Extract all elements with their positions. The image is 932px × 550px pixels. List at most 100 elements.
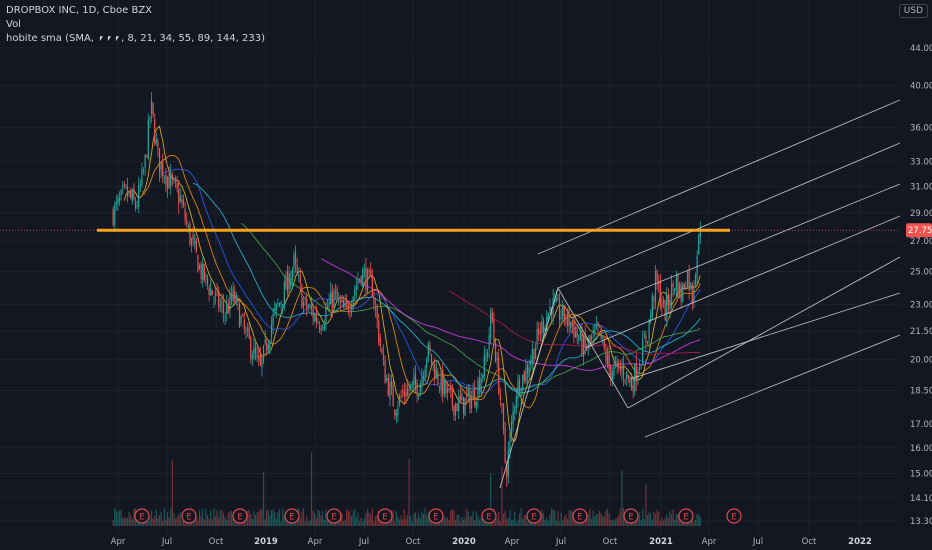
candle-body	[661, 303, 663, 307]
currency-label[interactable]: USD	[898, 4, 928, 18]
volume-bar	[346, 509, 348, 526]
candle-body	[669, 303, 671, 309]
volume-bar	[470, 515, 473, 526]
candle-body	[118, 197, 121, 202]
volume-bar	[645, 484, 647, 526]
volume-bar	[317, 509, 319, 526]
candle-body	[531, 349, 533, 363]
volume-bar	[522, 519, 524, 526]
price-chart[interactable]: E E E E E E E E E E E E E 27.75 44.00 40.00 36.00 33.00…	[0, 0, 932, 550]
volume-bar	[197, 519, 199, 526]
candle-body	[419, 383, 421, 396]
volume-bar	[203, 519, 205, 526]
volume-bar	[664, 518, 666, 526]
candle-body	[610, 365, 612, 379]
volume-bar	[162, 521, 164, 526]
earnings-marker-label: E	[531, 513, 536, 523]
candle-body	[158, 147, 161, 173]
volume-bar	[674, 519, 676, 526]
volume-label[interactable]: Vol	[6, 18, 265, 32]
candle-body	[520, 391, 522, 398]
volume-bar	[274, 512, 276, 526]
volume-bar	[507, 517, 509, 526]
price-tick-label: 17.00	[910, 420, 932, 430]
earnings-marker-label: E	[237, 513, 242, 523]
candle-body	[443, 379, 445, 395]
candle-body	[635, 362, 637, 381]
volume-bar	[270, 509, 273, 526]
volume-bar	[280, 521, 282, 526]
candle-body	[374, 306, 377, 308]
volume-bar	[179, 511, 181, 526]
candle-body	[162, 159, 164, 177]
volume-bar	[541, 509, 543, 526]
candle-body	[651, 295, 653, 316]
candle-body	[677, 275, 679, 298]
volume-bar	[210, 510, 212, 526]
price-tick-label: 27.00	[910, 237, 932, 247]
candle-body	[525, 367, 527, 383]
candle-body	[685, 286, 687, 289]
candle-body	[277, 303, 279, 305]
volume-bar	[502, 513, 505, 526]
candle-body	[190, 238, 193, 245]
candle-body	[472, 390, 474, 399]
candle-body	[502, 403, 505, 430]
volume-bar	[115, 510, 117, 526]
volume-bar	[590, 519, 593, 526]
candle-body	[642, 339, 644, 366]
candle-body	[562, 304, 564, 317]
time-tick-label: 2021	[649, 537, 673, 547]
candle-body	[573, 322, 575, 338]
volume-bar	[368, 512, 370, 526]
volume-bar	[213, 508, 215, 526]
volume-bar	[667, 517, 669, 526]
indicator-label[interactable]: hobite sma (SMA, ⎖⎖⎖, 8, 21, 34, 55, 89,…	[6, 32, 265, 46]
volume-bar	[498, 511, 500, 526]
candle-body	[501, 403, 503, 405]
volume-bar	[506, 518, 508, 526]
candle-body	[242, 314, 244, 316]
time-tick-label: Oct	[802, 537, 817, 547]
candle-body	[112, 209, 114, 225]
pitchfork-lines	[499, 99, 901, 489]
volume-bar	[458, 515, 460, 526]
candle-body	[192, 235, 194, 240]
volume-bar	[403, 509, 405, 526]
volume-bar	[510, 520, 513, 526]
symbol-title[interactable]: DROPBOX INC, 1D, Cboe BZX	[6, 4, 265, 18]
candle-body	[283, 282, 285, 308]
candle-body	[126, 187, 129, 197]
candle-body	[558, 300, 561, 320]
volume-bar	[459, 521, 461, 526]
candle-body	[226, 304, 228, 314]
time-tick-label: Jul	[161, 537, 172, 547]
volume-bar	[427, 511, 429, 526]
candle-body	[493, 319, 495, 340]
price-axis: 44.00 40.00 36.00 33.00 31.00 29.00 27.00 25.00…	[910, 44, 932, 527]
volume-bar	[198, 510, 201, 526]
candle-body	[595, 324, 597, 328]
candle-body	[478, 377, 481, 391]
volume-bar	[515, 521, 517, 526]
candle-body	[200, 263, 202, 280]
candle-body	[678, 283, 681, 298]
volume-bar	[480, 517, 482, 526]
volume-bar	[363, 518, 365, 526]
candle-body	[675, 277, 677, 290]
candle-body	[272, 313, 274, 325]
candle-body	[608, 352, 610, 369]
candle-body	[387, 377, 389, 396]
candle-body	[477, 380, 479, 401]
volume-bar	[226, 519, 228, 526]
candle-body	[533, 349, 535, 361]
volume-bar	[445, 518, 447, 526]
volume-bar	[451, 509, 453, 526]
volume-bar	[594, 516, 596, 526]
price-tick-label: 20.00	[910, 356, 932, 366]
candle-body	[334, 291, 337, 294]
candle-body	[432, 361, 434, 363]
time-tick-label: 2020	[452, 537, 476, 547]
volume-bar	[643, 519, 645, 526]
volume-bar	[560, 512, 562, 526]
